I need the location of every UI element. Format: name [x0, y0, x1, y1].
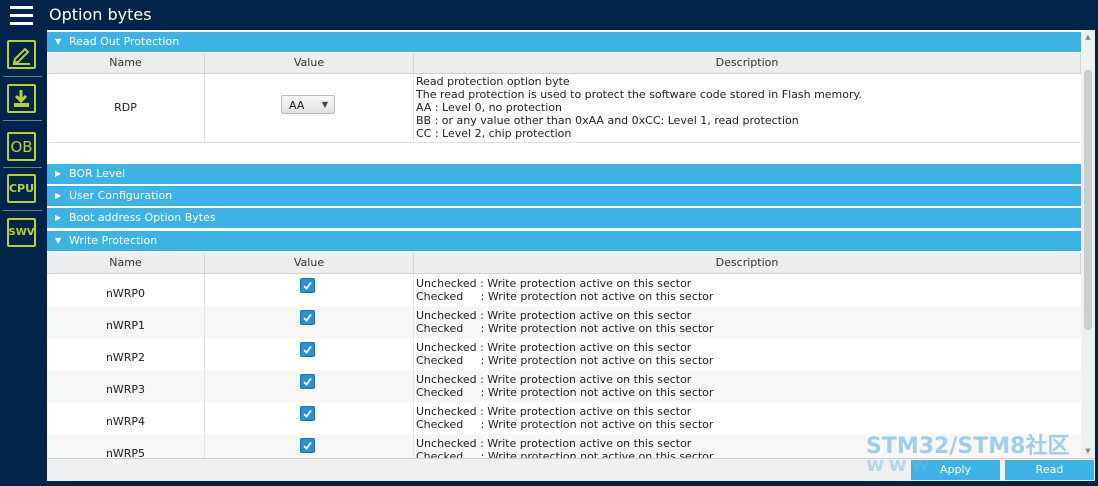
- collapsed-arrow-icon: ▶: [55, 191, 62, 200]
- swv-icon[interactable]: SWV: [7, 218, 36, 247]
- section-bor-level[interactable]: ▶ BOR Level: [47, 164, 1081, 184]
- table-row: nWRP2 Unchecked : Write protection active…: [47, 338, 1081, 371]
- wrp-name: nWRP0: [47, 274, 205, 306]
- wrp-name: nWRP5: [47, 434, 205, 458]
- wrp-checkbox[interactable]: [300, 342, 315, 357]
- collapsed-arrow-icon: ▶: [55, 213, 62, 222]
- watermark-url: www: [866, 452, 934, 476]
- check-icon: [303, 441, 312, 450]
- check-icon: [303, 377, 312, 386]
- table-row: nWRP3 Unchecked : Write protection active…: [47, 370, 1081, 403]
- column-value: Value: [205, 53, 414, 73]
- wrp-checkbox[interactable]: [300, 374, 315, 389]
- section-label: Read Out Protection: [69, 35, 180, 48]
- scroll-up-icon[interactable]: ▲: [1081, 30, 1095, 44]
- column-description: Description: [414, 253, 1081, 273]
- column-description: Description: [414, 53, 1081, 73]
- vertical-scrollbar[interactable]: ▲ ▼: [1081, 30, 1095, 458]
- cpu-icon[interactable]: CPU: [7, 174, 36, 203]
- collapsed-arrow-icon: ▶: [55, 169, 62, 178]
- download-icon[interactable]: [7, 84, 36, 113]
- check-icon: [303, 281, 312, 290]
- wrp-description: Unchecked : Write protection active on t…: [416, 341, 714, 367]
- wrp-description: Unchecked : Write protection active on t…: [416, 309, 714, 335]
- column-name: Name: [47, 253, 205, 273]
- section-read-out-protection[interactable]: ▼ Read Out Protection: [47, 32, 1081, 52]
- section-write-protection[interactable]: ▼ Write Protection: [47, 231, 1081, 251]
- menu-icon[interactable]: [10, 6, 33, 25]
- table-header: Name Value Description: [47, 253, 1081, 274]
- option-bytes-panel: ▼ Read Out Protection Name Value Descrip…: [47, 30, 1081, 458]
- table-row: RDP Read protection option byte The read…: [47, 74, 1081, 143]
- section-boot-address[interactable]: ▶ Boot address Option Bytes: [47, 208, 1081, 228]
- scroll-thumb[interactable]: [1084, 70, 1092, 330]
- ob-icon[interactable]: OB: [7, 132, 36, 161]
- section-label: Write Protection: [69, 234, 158, 247]
- scroll-down-icon[interactable]: ▼: [1081, 444, 1095, 458]
- section-label: BOR Level: [69, 167, 126, 180]
- table-header: Name Value Description: [47, 53, 1081, 74]
- expanded-arrow-icon: ▼: [55, 37, 62, 46]
- rdp-description: Read protection option byte The read pro…: [416, 75, 862, 140]
- wrp-checkbox[interactable]: [300, 310, 315, 325]
- wrp-name: nWRP4: [47, 402, 205, 434]
- wrp-checkbox[interactable]: [300, 406, 315, 421]
- title-bar: Option bytes: [0, 0, 1098, 30]
- column-name: Name: [47, 53, 205, 73]
- table-row: nWRP0 Unchecked : Write protection active…: [47, 274, 1081, 307]
- section-label: User Configuration: [69, 189, 173, 202]
- check-icon: [303, 409, 312, 418]
- section-user-configuration[interactable]: ▶ User Configuration: [47, 186, 1081, 206]
- wrp-checkbox[interactable]: [300, 438, 315, 453]
- wrp-description: Unchecked : Write protection active on t…: [416, 373, 714, 399]
- check-icon: [303, 313, 312, 322]
- table-row: nWRP1 Unchecked : Write protection active…: [47, 306, 1081, 339]
- wrp-name: nWRP1: [47, 306, 205, 338]
- wrp-description: Unchecked : Write protection active on t…: [416, 277, 714, 303]
- page-title: Option bytes: [49, 5, 152, 24]
- wrp-checkbox[interactable]: [300, 278, 315, 293]
- rdp-select[interactable]: AA ▼: [281, 95, 335, 114]
- rdp-name: RDP: [47, 74, 205, 142]
- expanded-arrow-icon: ▼: [55, 236, 62, 245]
- section-label: Boot address Option Bytes: [69, 211, 216, 224]
- wrp-name: nWRP3: [47, 370, 205, 402]
- read-button[interactable]: Read: [1005, 460, 1094, 480]
- check-icon: [303, 345, 312, 354]
- wrp-name: nWRP2: [47, 338, 205, 370]
- sidebar: OB CPU SWV: [0, 30, 45, 486]
- column-value: Value: [205, 253, 414, 273]
- edit-icon[interactable]: [7, 40, 36, 69]
- chevron-down-icon: ▼: [321, 100, 328, 109]
- rdp-selected-value: AA: [289, 99, 305, 112]
